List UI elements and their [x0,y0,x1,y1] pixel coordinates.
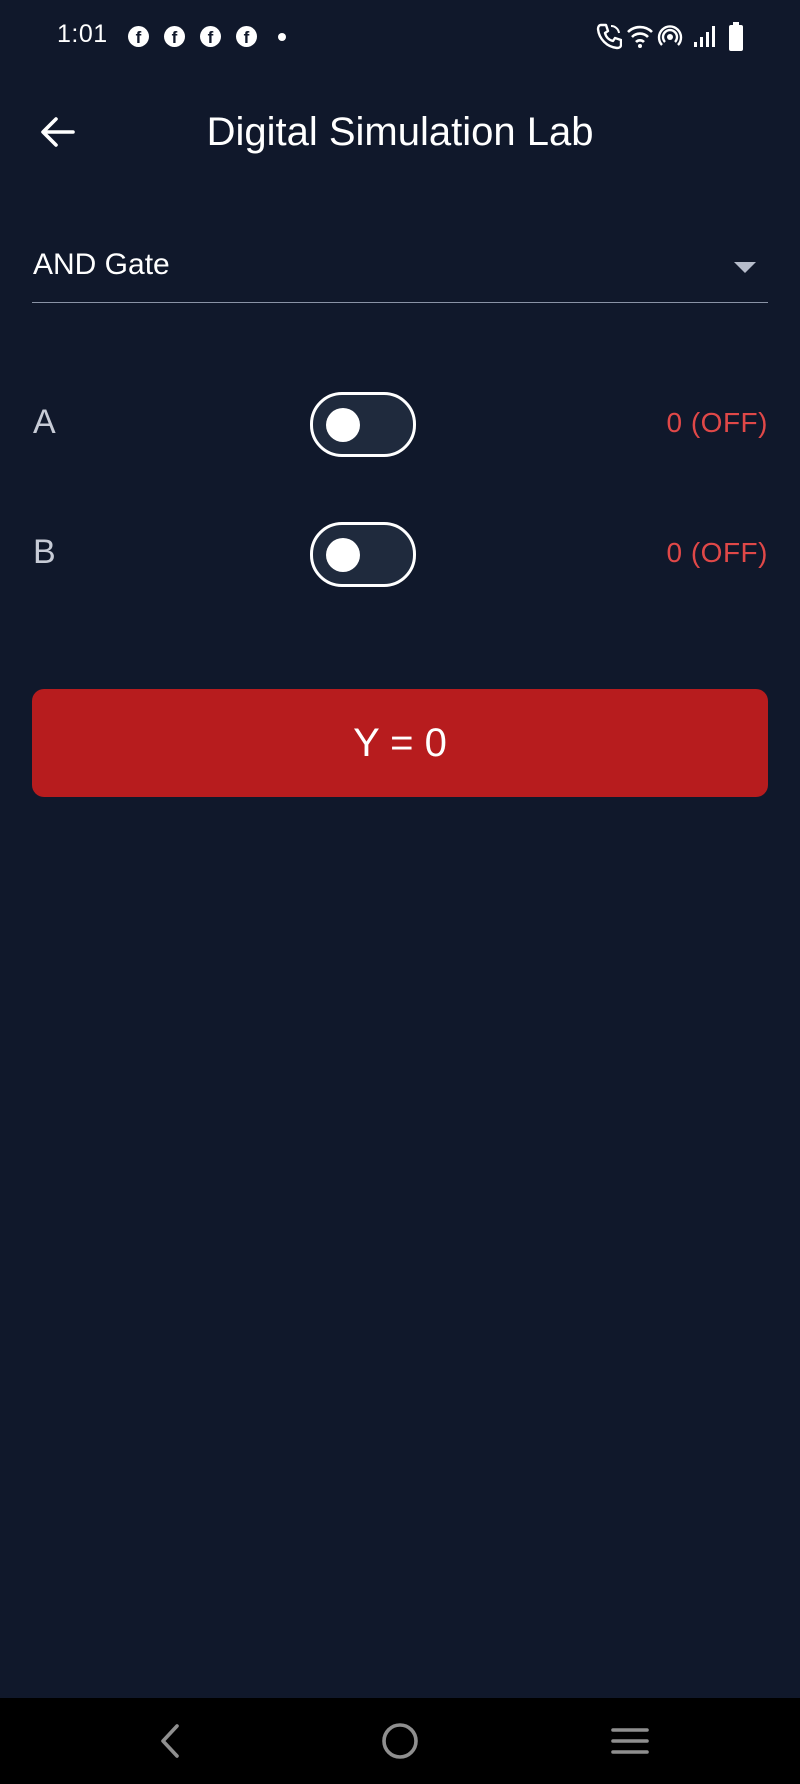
output-display: Y = 0 [32,689,768,797]
page-title: Digital Simulation Lab [206,110,594,154]
app-bar: Digital Simulation Lab [0,76,800,188]
input-status: 0 (OFF) [666,407,768,438]
system-nav-bar [0,1698,800,1784]
caret-down-icon [734,262,756,273]
input-row-b: B 0 (OFF) [32,519,768,589]
facebook-icon: f [128,26,149,47]
gate-type-dropdown[interactable]: AND Gate [32,240,768,303]
hotspot-icon [657,22,683,55]
nav-home-button[interactable] [370,1716,430,1766]
dot-icon [278,33,286,41]
wifi-icon [626,22,654,55]
nav-recents-button[interactable] [600,1716,660,1766]
chevron-left-icon [161,1724,179,1758]
facebook-icon: f [200,26,221,47]
back-button[interactable] [30,104,86,160]
menu-lines-icon [611,1728,649,1754]
input-b-toggle[interactable] [310,522,416,587]
input-status: 0 (OFF) [666,537,768,568]
input-label: A [33,403,56,441]
status-time: 1:01 [57,20,108,48]
wifi-call-icon [596,22,623,55]
nav-back-button[interactable] [140,1716,200,1766]
facebook-icon: f [236,26,257,47]
input-label: B [33,533,56,571]
battery-icon [728,22,744,57]
toggle-knob [326,538,360,572]
status-bar: 1:01 f f f f [0,0,800,76]
facebook-icon: f [164,26,185,47]
gate-type-selected: AND Gate [33,248,170,281]
signal-icon [692,22,718,55]
circle-home-icon [382,1723,418,1759]
arrow-left-icon [41,117,75,147]
toggle-knob [326,408,360,442]
input-a-toggle[interactable] [310,392,416,457]
input-row-a: A 0 (OFF) [32,389,768,459]
